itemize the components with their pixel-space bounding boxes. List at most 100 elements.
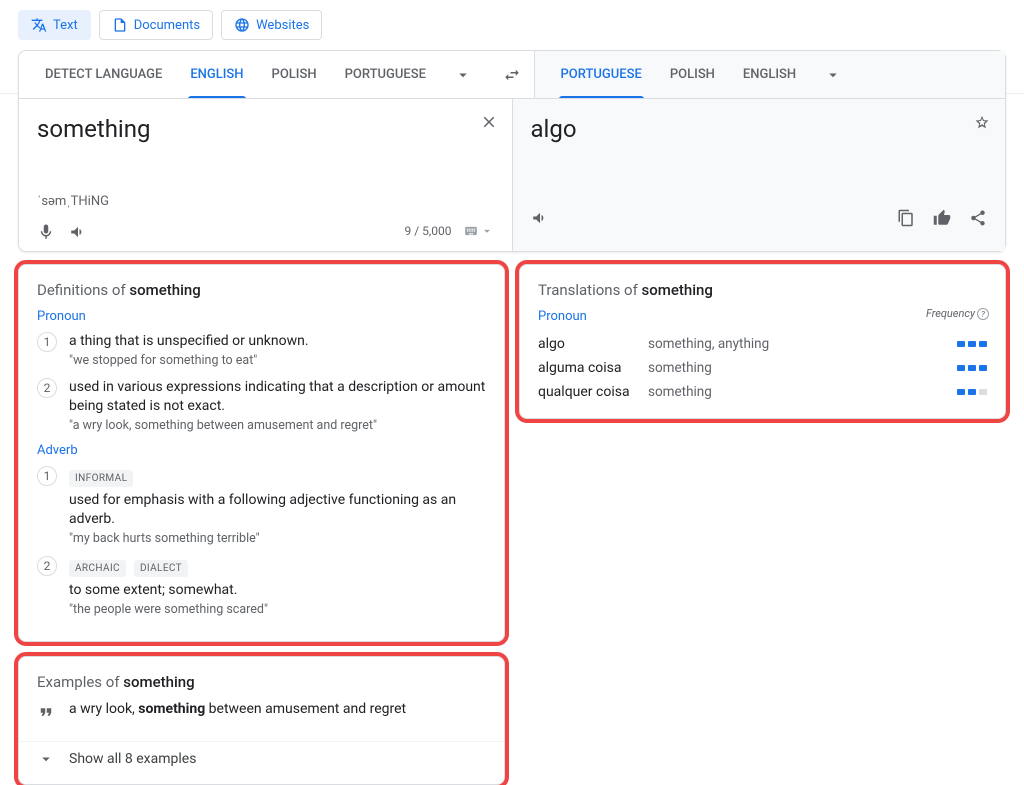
source-phonetic: ˈsəmˌTHiNG — [37, 193, 494, 209]
src-lang-expand[interactable] — [440, 65, 486, 85]
lang-tab-tgt-0[interactable]: PORTUGUESE — [547, 51, 656, 98]
definitions-title-word: something — [129, 281, 200, 299]
lang-tab-src-2[interactable]: PORTUGUESE — [331, 51, 440, 98]
frequency-bars — [937, 365, 987, 371]
definition-example: "my back hurts something terrible" — [69, 531, 486, 546]
save-translation-button[interactable] — [973, 111, 991, 131]
swap-languages-button[interactable] — [503, 65, 521, 85]
translate-panes: something ˈsəmˌTHiNG 9 / 5,000 — [19, 99, 1005, 251]
definition-item: 1 a thing that is unspecified or unknown… — [37, 332, 486, 368]
mode-chip-text[interactable]: Text — [18, 10, 91, 40]
share-translation-button[interactable] — [969, 207, 987, 227]
chevron-down-icon — [37, 750, 55, 768]
definitions-title: Definitions of something — [37, 281, 486, 299]
target-pane: algo — [512, 99, 1006, 251]
mode-chip-websites[interactable]: Websites — [221, 10, 322, 40]
source-pane: something ˈsəmˌTHiNG 9 / 5,000 — [19, 99, 512, 251]
speaker-icon — [69, 223, 87, 241]
translation-term: algo — [538, 336, 648, 352]
definition-number: 2 — [37, 378, 57, 398]
voice-input-button[interactable] — [37, 221, 55, 241]
quote-icon — [37, 701, 55, 721]
examples-title-prefix: Examples of — [37, 673, 120, 691]
reverse-translations: something, anything — [648, 336, 937, 352]
register-tag: ARCHAIC — [69, 560, 126, 577]
input-method-button[interactable] — [464, 224, 494, 238]
definition-number: 1 — [37, 332, 57, 352]
copy-icon — [897, 209, 915, 227]
lang-tab-detect[interactable]: DETECT LANGUAGE — [31, 51, 176, 98]
help-icon[interactable]: ? — [977, 308, 989, 320]
definitions-title-prefix: Definitions of — [37, 281, 126, 299]
translate-icon — [31, 17, 47, 33]
close-icon — [480, 113, 498, 131]
definition-tags: INFORMAL — [69, 466, 486, 487]
copy-translation-button[interactable] — [897, 207, 915, 227]
target-lang-side: PORTUGUESE POLISH ENGLISH — [534, 51, 1006, 98]
example-pre: a wry look, — [69, 701, 138, 717]
frequency-header: Frequency? — [926, 307, 989, 321]
lang-tab-tgt-2[interactable]: ENGLISH — [729, 51, 810, 98]
char-counter: 9 / 5,000 — [405, 224, 452, 238]
examples-title-word: something — [123, 673, 194, 691]
chevron-down-icon — [824, 66, 842, 84]
frequency-bars — [937, 341, 987, 347]
translation-term: alguma coisa — [538, 360, 648, 376]
document-icon — [112, 17, 128, 33]
source-text-input[interactable]: something — [37, 113, 494, 145]
translation-row[interactable]: algo something, anything — [538, 332, 987, 356]
mode-chip-label: Websites — [256, 18, 309, 33]
left-column: Definitions of something Pronoun 1 a thi… — [18, 264, 505, 785]
lang-tab-src-1[interactable]: POLISH — [258, 51, 331, 98]
listen-target-button[interactable] — [531, 207, 549, 227]
details-cards: Definitions of something Pronoun 1 a thi… — [18, 264, 1006, 785]
definition-number: 2 — [37, 556, 57, 576]
mode-chip-label: Text — [53, 18, 78, 33]
frequency-bars — [937, 389, 987, 395]
definition-text: a thing that is unspecified or unknown. — [69, 332, 486, 351]
share-icon — [969, 209, 987, 227]
translation-row[interactable]: alguma coisa something — [538, 356, 987, 380]
definition-tags: ARCHAIC DIALECT — [69, 556, 486, 577]
translations-title: Translations of something — [538, 281, 987, 299]
keyboard-icon — [464, 224, 478, 238]
translation-row[interactable]: qualquer coisa something — [538, 380, 987, 404]
show-all-label: Show all 8 examples — [69, 751, 196, 767]
definition-example: "the people were something scared" — [69, 602, 486, 617]
register-tag: INFORMAL — [69, 470, 133, 487]
definition-text: to some extent; somewhat. — [69, 581, 486, 600]
reverse-translations: something — [648, 384, 937, 400]
microphone-icon — [37, 223, 55, 241]
mode-chip-documents[interactable]: Documents — [99, 10, 213, 40]
definitions-card: Definitions of something Pronoun 1 a thi… — [18, 264, 505, 642]
rate-translation-button[interactable] — [933, 207, 951, 227]
example-text: a wry look, something between amusement … — [69, 701, 406, 717]
thumbs-icon — [933, 209, 951, 227]
listen-source-button[interactable] — [69, 221, 87, 241]
chevron-down-icon — [454, 66, 472, 84]
translations-pos-label: Pronoun — [538, 309, 987, 324]
translate-panel: DETECT LANGUAGE ENGLISH POLISH PORTUGUES… — [18, 50, 1006, 252]
definition-text: used for emphasis with a following adjec… — [69, 491, 486, 529]
example-row: a wry look, something between amusement … — [37, 701, 486, 721]
globe-icon — [234, 17, 250, 33]
pos-label-adverb: Adverb — [37, 443, 486, 458]
definition-number: 1 — [37, 466, 57, 486]
show-all-examples-button[interactable]: Show all 8 examples — [19, 741, 504, 770]
frequency-label: Frequency — [926, 307, 975, 320]
swap-icon — [503, 66, 521, 84]
caret-down-icon — [480, 224, 494, 238]
translations-title-prefix: Translations of — [538, 281, 638, 299]
target-text: algo — [531, 113, 988, 145]
register-tag: DIALECT — [134, 560, 188, 577]
mode-chip-label: Documents — [134, 18, 200, 33]
clear-source-button[interactable] — [480, 111, 498, 131]
examples-title: Examples of something — [37, 673, 486, 691]
translations-card: Translations of something Frequency? Pro… — [519, 264, 1006, 419]
translation-term: qualquer coisa — [538, 384, 648, 400]
lang-tab-src-0[interactable]: ENGLISH — [176, 51, 257, 98]
tgt-lang-expand[interactable] — [810, 65, 856, 85]
mode-chip-row: Text Documents Websites — [0, 0, 1024, 50]
lang-tab-tgt-1[interactable]: POLISH — [656, 51, 729, 98]
language-bar: DETECT LANGUAGE ENGLISH POLISH PORTUGUES… — [19, 51, 1005, 99]
